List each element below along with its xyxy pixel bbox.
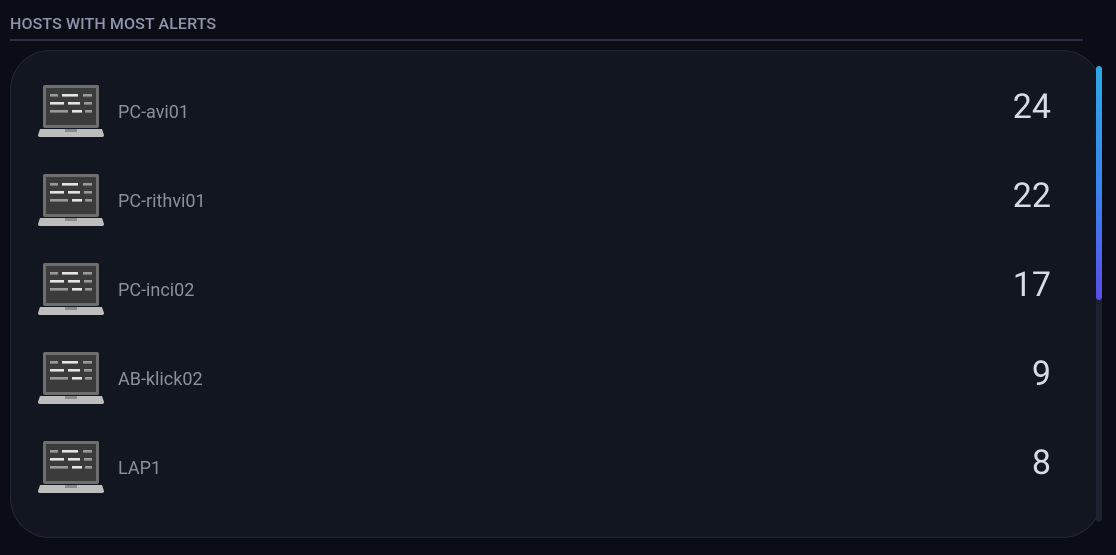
host-name: LAP1 bbox=[118, 458, 162, 479]
host-name: AB-klick02 bbox=[118, 369, 203, 390]
host-row[interactable]: PC-rithvi01 22 bbox=[11, 140, 1091, 229]
alert-count: 9 bbox=[1031, 354, 1051, 394]
title-divider bbox=[10, 39, 1083, 41]
host-name: PC-avi01 bbox=[118, 102, 190, 123]
laptop-icon bbox=[38, 352, 104, 404]
alert-count: 24 bbox=[1012, 87, 1051, 127]
host-row[interactable]: AB-klick02 9 bbox=[11, 318, 1091, 407]
hosts-list-panel: PC-avi01 24 PC-rithvi01 22 PC-inci02 17 … bbox=[10, 50, 1102, 538]
laptop-icon bbox=[38, 174, 104, 226]
scrollbar-thumb[interactable] bbox=[1096, 66, 1102, 300]
widget-title: HOSTS WITH MOST ALERTS bbox=[10, 14, 217, 33]
alert-count: 8 bbox=[1031, 443, 1051, 483]
host-row[interactable]: PC-inci02 17 bbox=[11, 229, 1091, 318]
host-row[interactable]: PC-avi01 24 bbox=[11, 51, 1091, 140]
alert-count: 17 bbox=[1012, 265, 1051, 305]
laptop-icon bbox=[38, 263, 104, 315]
laptop-icon bbox=[38, 85, 104, 137]
hosts-with-most-alerts-widget: HOSTS WITH MOST ALERTS PC-avi01 24 PC-ri… bbox=[0, 0, 1116, 555]
alert-count: 22 bbox=[1012, 176, 1051, 216]
host-name: PC-rithvi01 bbox=[118, 191, 206, 212]
host-name: PC-inci02 bbox=[118, 280, 195, 301]
laptop-icon bbox=[38, 441, 104, 493]
host-row[interactable]: LAP1 8 bbox=[11, 407, 1091, 496]
